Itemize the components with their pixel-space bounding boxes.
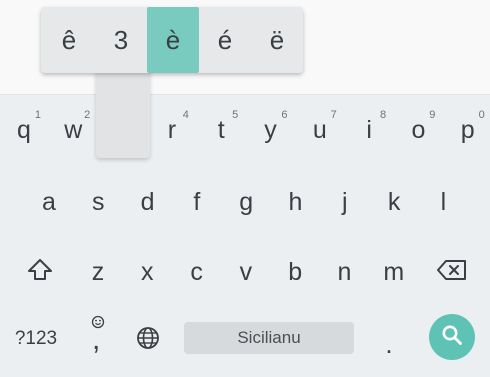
key-p[interactable]: p0 bbox=[448, 105, 488, 155]
key-label: z bbox=[91, 257, 105, 286]
key-label: w bbox=[64, 115, 83, 144]
key-m[interactable]: m bbox=[374, 247, 414, 297]
key-label: o bbox=[411, 115, 426, 144]
accent-option[interactable]: è bbox=[147, 7, 199, 73]
key-v[interactable]: v bbox=[226, 247, 266, 297]
key-number-hint: 0 bbox=[478, 109, 485, 121]
key-label: y bbox=[264, 115, 277, 144]
key-f[interactable]: f bbox=[177, 177, 217, 227]
accent-option[interactable]: 3 bbox=[95, 7, 147, 73]
key-label: b bbox=[288, 257, 303, 286]
key-k[interactable]: k bbox=[374, 177, 414, 227]
key-label: g bbox=[239, 187, 254, 216]
search-button[interactable] bbox=[429, 314, 475, 360]
key-label: q bbox=[17, 115, 31, 144]
key-t[interactable]: t5 bbox=[201, 105, 241, 155]
key-y[interactable]: y6 bbox=[251, 105, 291, 155]
key-label: h bbox=[288, 187, 303, 216]
accent-option[interactable]: ê bbox=[43, 7, 95, 73]
key-label: j bbox=[342, 187, 348, 216]
key-number-hint: 2 bbox=[84, 109, 91, 121]
key-q[interactable]: q1 bbox=[4, 105, 44, 155]
key-label: r bbox=[167, 115, 177, 144]
shift-icon[interactable] bbox=[20, 250, 60, 290]
key-l[interactable]: l bbox=[423, 177, 463, 227]
key-number-hint: 1 bbox=[34, 109, 41, 121]
key-label: f bbox=[193, 187, 201, 216]
key-b[interactable]: b bbox=[275, 247, 315, 297]
key-d[interactable]: d bbox=[128, 177, 168, 227]
pressed-key-e[interactable] bbox=[96, 60, 150, 158]
key-label: a bbox=[42, 187, 56, 216]
key-label: m bbox=[383, 257, 405, 286]
key-o[interactable]: o9 bbox=[398, 105, 438, 155]
key-number-hint: 9 bbox=[429, 109, 436, 121]
key-number-hint: 8 bbox=[379, 109, 387, 121]
key-r[interactable]: r4 bbox=[152, 105, 192, 155]
key-i[interactable]: i8 bbox=[349, 105, 389, 155]
key-label: t bbox=[217, 115, 225, 144]
accent-popup: ê3èéë bbox=[41, 7, 303, 73]
key-number-hint: 7 bbox=[330, 109, 337, 121]
key-number-hint: 4 bbox=[182, 109, 189, 121]
key-s[interactable]: s bbox=[78, 177, 118, 227]
space-bar[interactable]: Sicilianu bbox=[184, 322, 354, 354]
comma-emoji-key[interactable]: , bbox=[82, 313, 118, 361]
key-label: l bbox=[440, 187, 447, 216]
key-c[interactable]: c bbox=[177, 247, 217, 297]
globe-icon[interactable] bbox=[130, 320, 166, 356]
key-label: c bbox=[190, 257, 203, 286]
key-label: v bbox=[239, 257, 253, 286]
key-g[interactable]: g bbox=[226, 177, 266, 227]
key-label: i bbox=[366, 115, 372, 144]
symbols-key[interactable]: ?123 bbox=[6, 319, 66, 359]
key-label: n bbox=[337, 257, 352, 286]
key-x[interactable]: x bbox=[127, 247, 167, 297]
key-label: d bbox=[140, 187, 155, 216]
key-n[interactable]: n bbox=[325, 247, 365, 297]
search-icon bbox=[441, 324, 463, 351]
key-w[interactable]: w2 bbox=[53, 105, 93, 155]
period-key[interactable]: . bbox=[374, 316, 404, 360]
key-u[interactable]: u7 bbox=[300, 105, 340, 155]
backspace-icon[interactable] bbox=[430, 250, 474, 290]
key-z[interactable]: z bbox=[78, 247, 118, 297]
accent-option[interactable]: ë bbox=[251, 7, 303, 73]
comma-label: , bbox=[92, 323, 101, 356]
key-a[interactable]: a bbox=[29, 177, 69, 227]
accent-option[interactable]: é bbox=[199, 7, 251, 73]
key-number-hint: 5 bbox=[232, 109, 239, 121]
key-label: k bbox=[387, 187, 401, 216]
key-label: x bbox=[141, 257, 154, 286]
key-number-hint: 6 bbox=[281, 109, 288, 121]
key-h[interactable]: h bbox=[276, 177, 316, 227]
key-label: s bbox=[92, 187, 105, 216]
key-j[interactable]: j bbox=[325, 177, 365, 227]
key-label: u bbox=[312, 115, 327, 144]
key-label: p bbox=[460, 115, 475, 144]
